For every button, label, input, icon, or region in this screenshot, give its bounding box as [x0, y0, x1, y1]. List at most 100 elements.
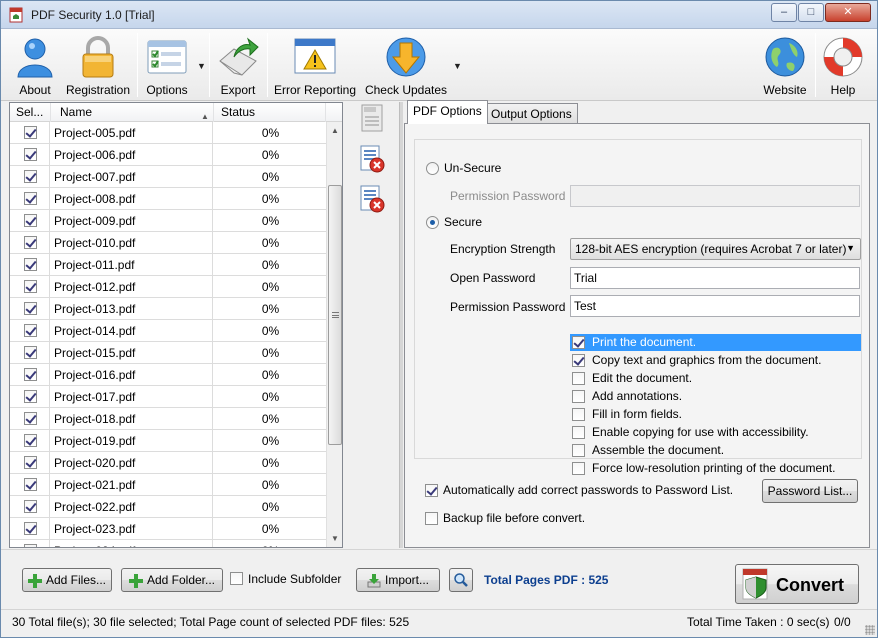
remove-file-button[interactable]	[358, 145, 386, 173]
convert-button[interactable]: Convert	[735, 564, 859, 604]
pdf-document-icon[interactable]	[358, 104, 386, 132]
file-list-scrollbar[interactable]: ▲ ▼	[326, 122, 342, 547]
scroll-down-arrow-icon[interactable]: ▼	[327, 530, 342, 547]
table-row[interactable]: Project-012.pdf 0%	[10, 276, 326, 298]
permission-checkbox[interactable]	[572, 408, 585, 421]
check-updates-button[interactable]: Check Updates	[363, 31, 449, 99]
resize-grip-icon[interactable]	[865, 625, 875, 635]
secure-radio[interactable]	[426, 216, 439, 229]
remove-all-files-button[interactable]	[358, 185, 386, 213]
table-row[interactable]: Project-008.pdf 0%	[10, 188, 326, 210]
permission-checkbox[interactable]	[572, 462, 585, 475]
registration-button[interactable]: Registration	[63, 31, 133, 99]
permission-checkbox[interactable]	[572, 390, 585, 403]
column-header-status[interactable]: Status	[214, 103, 326, 122]
permission-password-field[interactable]	[570, 295, 860, 317]
tab-pdf-options[interactable]: PDF Options	[407, 100, 488, 124]
permission-item[interactable]: Edit the document.	[570, 370, 850, 387]
permission-item[interactable]: Print the document.	[570, 334, 861, 351]
table-row[interactable]: Project-007.pdf 0%	[10, 166, 326, 188]
error-reporting-button[interactable]: Error Reporting	[271, 31, 359, 99]
encryption-strength-select[interactable]: 128-bit AES encryption (requires Acrobat…	[570, 238, 861, 260]
open-password-field[interactable]	[570, 267, 860, 289]
row-select-checkbox[interactable]	[24, 302, 37, 315]
help-button[interactable]: Help	[819, 31, 867, 99]
table-row[interactable]: Project-024.pdf0%	[10, 540, 326, 547]
row-select-checkbox[interactable]	[24, 258, 37, 271]
permission-item[interactable]: Fill in form fields.	[570, 406, 850, 423]
import-button[interactable]: Import...	[356, 568, 440, 592]
minimize-button[interactable]: –	[771, 3, 797, 22]
auto-add-passwords-checkbox[interactable]	[425, 484, 438, 497]
table-row[interactable]: Project-022.pdf 0%	[10, 496, 326, 518]
row-select-checkbox[interactable]	[24, 214, 37, 227]
check-updates-dropdown-icon[interactable]: ▼	[453, 61, 462, 71]
table-row[interactable]: Project-013.pdf 0%	[10, 298, 326, 320]
about-button[interactable]: About	[11, 31, 59, 99]
maximize-button[interactable]: □	[798, 3, 824, 22]
file-list[interactable]: Sel... Name ▲ Status Project-005.pdf 0% Pr…	[9, 102, 343, 548]
tab-output-options[interactable]: Output Options	[485, 103, 578, 125]
row-select-checkbox[interactable]	[24, 522, 37, 535]
row-select-checkbox[interactable]	[24, 456, 37, 469]
table-row[interactable]: Project-020.pdf 0%	[10, 452, 326, 474]
unsecure-radio[interactable]	[426, 162, 439, 175]
row-select-checkbox[interactable]	[24, 544, 37, 547]
permission-checkbox[interactable]	[572, 444, 585, 457]
table-row[interactable]: Project-011.pdf 0%	[10, 254, 326, 276]
table-row[interactable]: Project-014.pdf 0%	[10, 320, 326, 342]
row-select-checkbox[interactable]	[24, 434, 37, 447]
row-select-checkbox[interactable]	[24, 324, 37, 337]
row-select-checkbox[interactable]	[24, 236, 37, 249]
permission-item[interactable]: Force low-resolution printing of the doc…	[570, 460, 850, 477]
row-select-checkbox[interactable]	[24, 346, 37, 359]
row-select-checkbox[interactable]	[24, 478, 37, 491]
table-row[interactable]: Project-017.pdf 0%	[10, 386, 326, 408]
permission-item[interactable]: Add annotations.	[570, 388, 850, 405]
close-button[interactable]: ✕	[825, 3, 871, 22]
permission-checkbox[interactable]	[572, 372, 585, 385]
scroll-up-arrow-icon[interactable]: ▲	[327, 122, 342, 139]
add-folder-button[interactable]: Add Folder...	[121, 568, 223, 592]
column-header-name[interactable]: Name ▲	[51, 103, 214, 122]
table-row[interactable]: Project-006.pdf 0%	[10, 144, 326, 166]
search-button[interactable]	[449, 568, 473, 592]
options-button[interactable]: Options	[141, 31, 193, 99]
panel-splitter[interactable]	[399, 102, 403, 548]
add-files-button[interactable]: Add Files...	[22, 568, 112, 592]
table-row[interactable]: Project-019.pdf 0%	[10, 430, 326, 452]
row-select-checkbox[interactable]	[24, 192, 37, 205]
row-select-checkbox[interactable]	[24, 412, 37, 425]
row-select-checkbox[interactable]	[24, 170, 37, 183]
table-row[interactable]: Project-009.pdf 0%	[10, 210, 326, 232]
permission-item[interactable]: Assemble the document.	[570, 442, 850, 459]
permission-item[interactable]: Enable copying for use with accessibilit…	[570, 424, 850, 441]
include-subfolder-checkbox[interactable]	[230, 572, 243, 585]
table-row[interactable]: Project-005.pdf 0%	[10, 122, 326, 144]
table-row[interactable]: Project-016.pdf 0%	[10, 364, 326, 386]
options-dropdown-icon[interactable]: ▼	[197, 61, 206, 71]
bottom-bar: Add Files... Add Folder... Include Subfo…	[1, 549, 877, 609]
row-select-checkbox[interactable]	[24, 126, 37, 139]
table-row[interactable]: Project-023.pdf 0%	[10, 518, 326, 540]
row-select-checkbox[interactable]	[24, 148, 37, 161]
row-select-checkbox[interactable]	[24, 280, 37, 293]
permission-checkbox[interactable]	[572, 426, 585, 439]
permission-checkbox[interactable]	[572, 354, 585, 367]
table-row[interactable]: Project-015.pdf 0%	[10, 342, 326, 364]
password-list-button[interactable]: Password List...	[762, 479, 858, 503]
row-select-checkbox[interactable]	[24, 368, 37, 381]
export-button[interactable]: Export	[213, 31, 263, 99]
backup-checkbox[interactable]	[425, 512, 438, 525]
website-button[interactable]: Website	[759, 31, 811, 99]
row-select-checkbox[interactable]	[24, 500, 37, 513]
table-row[interactable]: Project-021.pdf 0%	[10, 474, 326, 496]
column-header-select[interactable]: Sel...	[10, 103, 51, 122]
table-row[interactable]: Project-018.pdf 0%	[10, 408, 326, 430]
permission-checkbox[interactable]	[572, 336, 585, 349]
table-row[interactable]: Project-010.pdf 0%	[10, 232, 326, 254]
permission-item[interactable]: Copy text and graphics from the document…	[570, 352, 850, 369]
unsecure-permission-password-field[interactable]	[570, 185, 860, 207]
row-select-checkbox[interactable]	[24, 390, 37, 403]
scrollbar-thumb[interactable]	[328, 185, 342, 445]
